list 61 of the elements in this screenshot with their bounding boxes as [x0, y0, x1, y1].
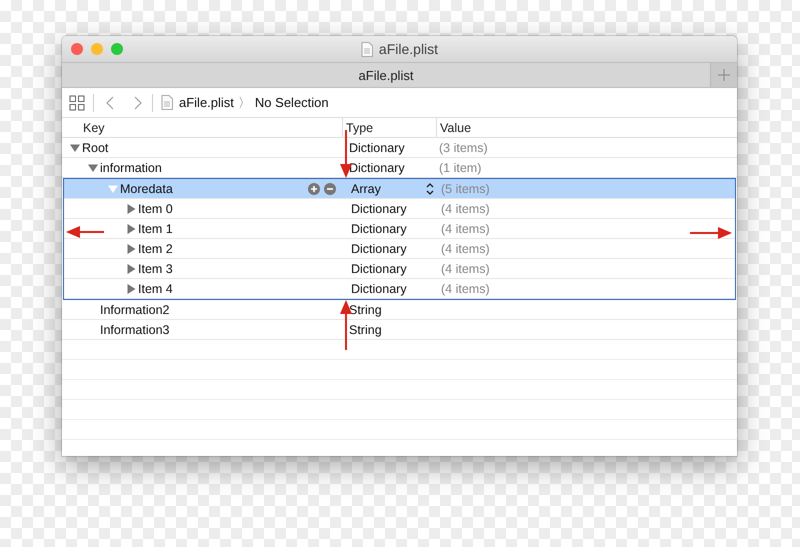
document-icon	[161, 95, 173, 110]
collapsed-triangle-icon[interactable]	[126, 204, 136, 214]
value-text: (4 items)	[441, 202, 490, 216]
key-text: Item 3	[138, 262, 173, 276]
tree-row[interactable]: Root Dictionary (3 items)	[62, 138, 737, 158]
value-text: (5 items)	[441, 182, 490, 196]
value-text: (1 item)	[439, 160, 482, 174]
window-title: aFile.plist	[378, 41, 438, 57]
collapsed-triangle-icon[interactable]	[126, 264, 136, 274]
type-text: String	[349, 322, 382, 336]
tree-row[interactable]: Item 2 Dictionary (4 items)	[64, 239, 735, 259]
breadcrumb-separator: 〉	[238, 94, 251, 112]
type-text: Dictionary	[351, 242, 407, 256]
key-text: Item 0	[138, 202, 173, 216]
remove-icon[interactable]	[324, 182, 336, 194]
type-text: Dictionary	[351, 222, 407, 236]
collapsed-triangle-icon[interactable]	[126, 284, 136, 294]
type-text: Dictionary	[351, 282, 407, 296]
key-text: information	[100, 160, 162, 174]
expanded-triangle-icon[interactable]	[88, 162, 98, 172]
collapsed-triangle-icon[interactable]	[126, 224, 136, 234]
back-icon[interactable]	[106, 96, 114, 110]
close-button[interactable]	[71, 43, 83, 55]
tree-row[interactable]: Information3 String	[62, 320, 737, 340]
breadcrumb-item[interactable]: No Selection	[254, 95, 329, 110]
collapsed-triangle-icon[interactable]	[126, 244, 136, 254]
key-text: Root	[82, 140, 108, 154]
grid-icon[interactable]	[69, 94, 85, 110]
value-text: (4 items)	[441, 242, 490, 256]
column-header[interactable]: Key	[83, 120, 105, 134]
column-header[interactable]: Value	[440, 120, 472, 134]
column-header[interactable]: Type	[346, 120, 374, 134]
value-text: (4 items)	[441, 222, 490, 236]
tab[interactable]: aFile.plist	[62, 63, 710, 87]
breadcrumb-item[interactable]: aFile.plist	[179, 95, 234, 110]
key-text: Item 2	[138, 242, 173, 256]
document-icon	[360, 42, 373, 56]
key-text: Item 1	[138, 222, 173, 236]
tree-row[interactable]: Item 3 Dictionary (4 items)	[64, 259, 735, 279]
type-text: Dictionary	[351, 202, 407, 216]
annotation-arrow	[66, 226, 104, 238]
key-text: Information3	[100, 322, 170, 336]
type-text: Dictionary	[349, 140, 405, 154]
type-text: Array	[351, 182, 381, 196]
type-text: Dictionary	[351, 262, 407, 276]
key-text: Moredata	[120, 182, 173, 196]
annotation-arrow	[690, 227, 732, 239]
tree-row[interactable]: Moredata Array (5 items)	[64, 179, 735, 199]
key-text: Information2	[100, 302, 170, 316]
add-icon[interactable]	[308, 182, 320, 194]
value-text: (4 items)	[441, 262, 490, 276]
type-text: Dictionary	[349, 160, 405, 174]
tree-row[interactable]: Item 0 Dictionary (4 items)	[64, 199, 735, 219]
type-text: String	[349, 302, 382, 316]
value-text: (3 items)	[439, 140, 488, 154]
expanded-triangle-icon[interactable]	[70, 142, 80, 152]
stepper-icon[interactable]	[426, 182, 434, 196]
forward-icon[interactable]	[134, 96, 142, 110]
key-text: Item 4	[138, 282, 173, 296]
tree-row[interactable]: Item 4 Dictionary (4 items)	[64, 279, 735, 299]
value-text: (4 items)	[441, 282, 490, 296]
